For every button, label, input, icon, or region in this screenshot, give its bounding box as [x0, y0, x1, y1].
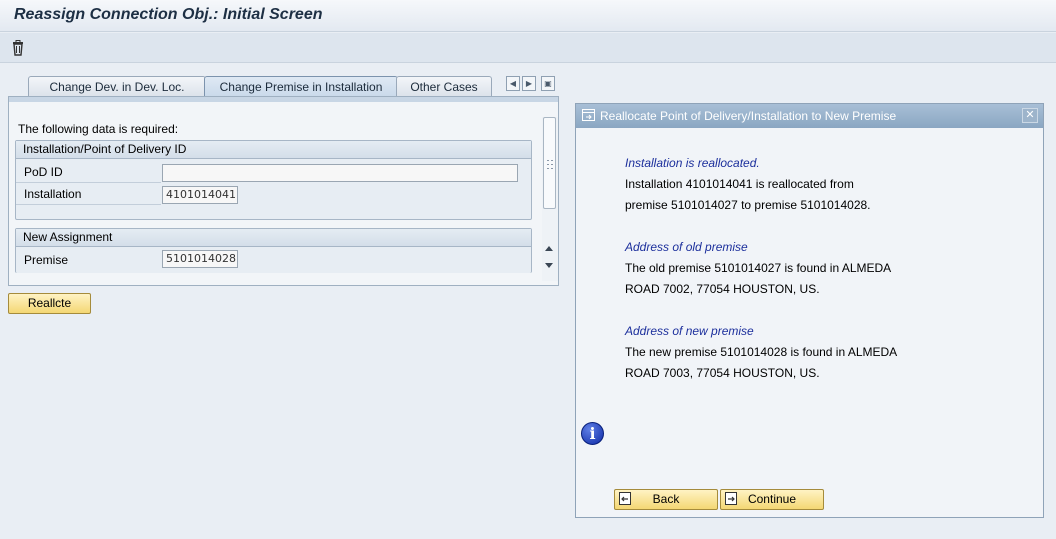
premise-row: Premise 5101014028 [16, 249, 531, 271]
installation-row: Installation 4101014041 [16, 183, 531, 205]
dialog-close-icon[interactable]: ✕ [1022, 108, 1038, 123]
tab-other-cases[interactable]: Other Cases [396, 76, 492, 97]
grip-icon [547, 160, 553, 169]
message-line: The new premise 5101014028 is found in A… [625, 345, 898, 359]
premise-label: Premise [24, 253, 69, 267]
continue-icon [725, 492, 737, 505]
tab-scroll-left-icon[interactable]: ◀ [506, 76, 520, 91]
tab-list-icon[interactable]: ▣ [541, 76, 555, 91]
back-icon [619, 492, 631, 505]
pod-id-input[interactable] [162, 164, 518, 182]
installation-input[interactable]: 4101014041 [162, 186, 238, 204]
installation-group-title: Installation/Point of Delivery ID [16, 141, 531, 159]
panel-top-strip [9, 97, 558, 102]
tab-content-panel: The following data is required: Installa… [8, 96, 559, 286]
title-bar: Reassign Connection Obj.: Initial Screen [0, 0, 1056, 32]
message-line: ROAD 7002, 77054 HOUSTON, US. [625, 282, 820, 296]
pod-row: PoD ID [16, 161, 531, 183]
premise-input[interactable]: 5101014028 [162, 250, 238, 268]
dialog-title: Reallocate Point of Delivery/Installatio… [600, 109, 897, 123]
dialog-title-bar: Reallocate Point of Delivery/Installatio… [576, 104, 1043, 128]
message-line: The old premise 5101014027 is found in A… [625, 261, 892, 275]
application-toolbar [0, 33, 1056, 63]
message-heading-old-premise: Address of old premise [625, 240, 748, 254]
message-heading-new-premise: Address of new premise [625, 324, 754, 338]
continue-button[interactable]: Continue [720, 489, 824, 510]
message-heading-reallocated: Installation is reallocated. [625, 156, 760, 170]
trash-icon[interactable] [10, 40, 26, 56]
page-title: Reassign Connection Obj.: Initial Screen [14, 6, 323, 23]
installation-label: Installation [24, 187, 82, 201]
back-button[interactable]: Back [614, 489, 718, 510]
pod-label: PoD ID [24, 165, 63, 179]
message-line: premise 5101014027 to premise 5101014028… [625, 198, 871, 212]
continue-label: Continue [747, 492, 797, 506]
tab-change-dev-loc[interactable]: Change Dev. in Dev. Loc. [28, 76, 206, 97]
reallocate-dialog: Reallocate Point of Delivery/Installatio… [575, 103, 1044, 518]
info-icon: i [581, 422, 604, 445]
new-assignment-group-title: New Assignment [16, 229, 531, 247]
message-line: Installation 4101014041 is reallocated f… [625, 177, 854, 191]
scroll-up-icon[interactable] [544, 245, 554, 252]
back-label: Back [652, 492, 680, 506]
row-divider [16, 204, 161, 205]
installation-group: Installation/Point of Delivery ID PoD ID… [15, 140, 532, 220]
required-data-text: The following data is required: [18, 122, 179, 136]
message-line: ROAD 7003, 77054 HOUSTON, US. [625, 366, 820, 380]
scroll-down-icon[interactable] [544, 262, 554, 269]
tab-change-premise[interactable]: Change Premise in Installation [204, 76, 398, 97]
new-assignment-group: New Assignment Premise 5101014028 [15, 228, 532, 273]
dialog-window-icon [582, 109, 595, 121]
reallocate-button[interactable]: Reallcte [8, 293, 91, 314]
scrollbar-thumb[interactable] [543, 117, 556, 209]
tab-scroll-right-icon[interactable]: ▶ [522, 76, 536, 91]
